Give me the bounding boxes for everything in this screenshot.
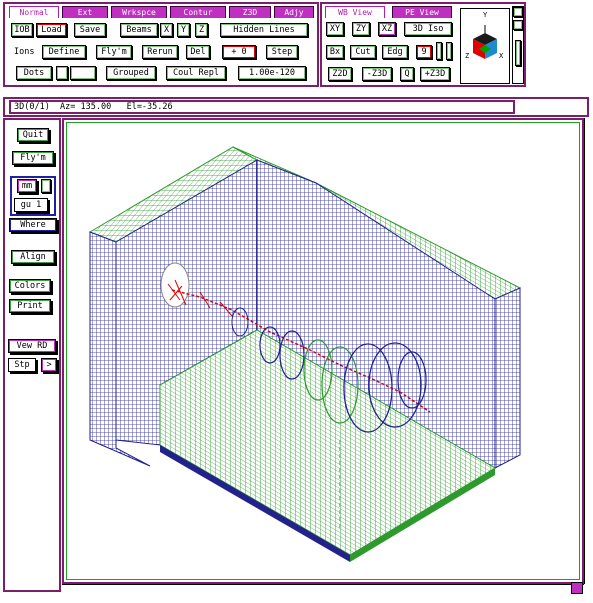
beam-y-button[interactable]: Y bbox=[177, 23, 190, 37]
z2d-button[interactable]: Z2D bbox=[328, 67, 352, 81]
mini-up-button[interactable] bbox=[513, 7, 523, 17]
tab-adjust[interactable]: Adjy bbox=[274, 6, 314, 18]
view-zy-button[interactable]: ZY bbox=[352, 22, 370, 36]
load-button[interactable]: Load bbox=[36, 23, 67, 37]
dots-value-field[interactable] bbox=[70, 66, 96, 80]
coul-repl-button[interactable]: Coul Repl bbox=[166, 66, 226, 80]
plus-z3d-button[interactable]: +Z3D bbox=[420, 67, 450, 81]
coul-value-field[interactable]: 1.00e-120 bbox=[238, 66, 306, 80]
right-scroll-strip[interactable] bbox=[584, 118, 589, 584]
view-slider-b[interactable] bbox=[446, 42, 452, 60]
define-button[interactable]: Define bbox=[42, 45, 86, 59]
tab-z3d[interactable]: Z3D bbox=[229, 6, 271, 18]
view-3d-iso-button[interactable]: 3D Iso bbox=[404, 22, 452, 36]
beam-x-button[interactable]: X bbox=[160, 23, 173, 37]
ions-label: Ions bbox=[14, 47, 35, 57]
next-button[interactable]: > bbox=[41, 358, 57, 372]
iob-label: IOB bbox=[11, 23, 33, 37]
align-button[interactable]: Align bbox=[11, 250, 55, 264]
view-rd-button[interactable]: Vew RD bbox=[8, 339, 56, 353]
orientation-cube-icon bbox=[473, 25, 497, 59]
edg-button[interactable]: Edg bbox=[382, 45, 408, 59]
bottom-scroll-strip[interactable] bbox=[62, 584, 584, 592]
tab-normal[interactable]: Normal bbox=[9, 6, 59, 18]
mm-button[interactable]: mm bbox=[17, 179, 37, 193]
quit-button[interactable]: Quit bbox=[17, 128, 49, 142]
dots-button[interactable]: Dots bbox=[16, 66, 52, 80]
tab-wb-view[interactable]: WB View bbox=[325, 6, 385, 18]
save-button[interactable]: Save bbox=[74, 23, 106, 37]
step-button[interactable]: Step bbox=[266, 45, 298, 59]
flym-button[interactable]: Fly'm bbox=[96, 45, 132, 59]
view-xz-button[interactable]: XZ bbox=[378, 22, 396, 36]
hidden-lines-button[interactable]: Hidden Lines bbox=[220, 23, 308, 37]
grouped-button[interactable]: Grouped bbox=[106, 66, 156, 80]
status-readout: 3D(0/1) Az= 135.00 El=-35.26 bbox=[9, 100, 515, 114]
orientation-x-label: X bbox=[499, 52, 504, 60]
cut-button[interactable]: Cut bbox=[350, 45, 376, 59]
minus-z3d-button[interactable]: -Z3D bbox=[362, 67, 392, 81]
step-side-button[interactable]: Stp bbox=[8, 358, 36, 372]
bx-button[interactable]: Bx bbox=[326, 45, 344, 59]
tab-ext[interactable]: Ext bbox=[62, 6, 108, 18]
tab-contour[interactable]: Contur bbox=[170, 6, 226, 18]
dots-toggle[interactable] bbox=[56, 66, 68, 80]
mm-toggle[interactable] bbox=[41, 179, 51, 193]
beam-z-button[interactable]: Z bbox=[195, 23, 208, 37]
orientation-z-label: Z bbox=[465, 52, 470, 60]
view-xy-button[interactable]: XY bbox=[326, 22, 344, 36]
tab-pe-view[interactable]: PE View bbox=[392, 6, 452, 18]
rerun-button[interactable]: Rerun bbox=[142, 45, 178, 59]
mini-slider[interactable] bbox=[515, 40, 521, 66]
viewport-inner bbox=[66, 122, 580, 580]
print-button[interactable]: Print bbox=[9, 299, 51, 313]
orientation-indicator[interactable]: Y Z X bbox=[460, 8, 510, 84]
colors-button[interactable]: Colors bbox=[9, 279, 51, 293]
del-button[interactable]: Del bbox=[186, 45, 210, 59]
flym-side-button[interactable]: Fly'm bbox=[12, 151, 54, 165]
beams-label: Beams bbox=[120, 23, 158, 37]
view-slider-a[interactable] bbox=[436, 42, 442, 60]
orientation-y-label: Y bbox=[483, 11, 488, 19]
nine-button[interactable]: 9 bbox=[416, 45, 432, 59]
corner-resize-icon[interactable] bbox=[571, 582, 583, 594]
plus-zero-button[interactable]: + 0 bbox=[222, 45, 256, 59]
mini-down-button[interactable] bbox=[513, 20, 523, 30]
tab-workspace[interactable]: Wrkspce bbox=[111, 6, 167, 18]
gu-button[interactable]: gu 1 bbox=[14, 198, 48, 212]
where-button[interactable]: Where bbox=[9, 218, 57, 232]
q-button[interactable]: Q bbox=[400, 67, 414, 81]
